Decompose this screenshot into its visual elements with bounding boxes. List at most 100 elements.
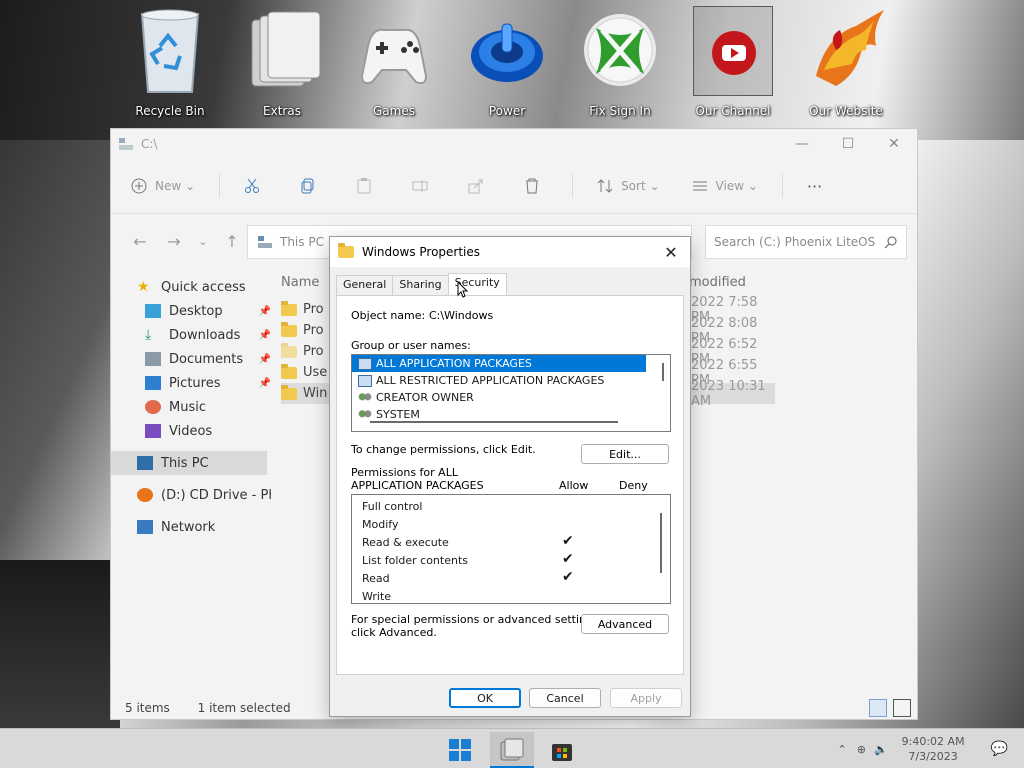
forward-arrow-icon[interactable]: →	[157, 232, 191, 251]
file-name: Use	[303, 365, 328, 380]
folder-icon	[281, 300, 297, 316]
nav-label: Pictures	[169, 375, 221, 391]
close-icon[interactable]: ✕	[656, 239, 686, 265]
nav-item-quick-access[interactable]: ★ Quick access	[111, 275, 271, 299]
list-item[interactable]: CREATOR OWNER	[352, 389, 670, 406]
edit-button[interactable]: Edit...	[581, 444, 669, 464]
language-icon[interactable]: ⊕	[857, 743, 866, 756]
tiles-view-icon[interactable]	[893, 699, 911, 717]
item-count: 5 items	[125, 701, 170, 715]
desktop-icon-label: Our Channel	[695, 104, 771, 118]
user-group-icon	[358, 408, 372, 421]
cancel-button[interactable]: Cancel	[529, 688, 601, 708]
vertical-scrollbar[interactable]	[660, 513, 662, 573]
window-controls: — ☐ ✕	[779, 129, 917, 159]
nav-item-this-pc[interactable]: This PC	[111, 451, 267, 475]
desktop-icon-recycle-bin[interactable]: Recycle Bin	[122, 6, 218, 118]
nav-item-videos[interactable]: Videos	[111, 419, 271, 443]
deny-column-label: Deny	[619, 479, 648, 492]
share-button[interactable]	[460, 170, 500, 202]
view-toggle	[869, 699, 911, 717]
apply-button[interactable]: Apply	[610, 688, 682, 708]
file-name: Win	[303, 386, 328, 401]
sort-label: Sort	[621, 179, 646, 193]
desktop-icon-label: Extras	[263, 104, 301, 118]
pin-icon: 📌	[258, 377, 271, 389]
nav-item-pictures[interactable]: Pictures 📌	[111, 371, 271, 395]
permission-row: Write	[352, 587, 670, 603]
clock[interactable]: 9:40:02 AM 7/3/2023	[902, 734, 965, 764]
permissions-header-line: APPLICATION PACKAGES	[351, 479, 484, 492]
close-button[interactable]: ✕	[871, 129, 917, 159]
copy-button[interactable]	[292, 170, 332, 202]
desktop-icon-games[interactable]: Games	[346, 6, 442, 118]
minimize-button[interactable]: —	[779, 129, 825, 159]
permission-row: Full control	[352, 497, 670, 515]
ok-button[interactable]: OK	[449, 688, 521, 708]
back-arrow-icon[interactable]: ←	[123, 232, 157, 251]
power-icon	[467, 6, 547, 96]
search-input[interactable]: Search (C:) Phoenix LiteOS	[705, 225, 907, 259]
nav-item-cd-drive[interactable]: (D:) CD Drive - Phoe	[111, 483, 271, 507]
desktop-wallpaper-shade	[0, 560, 120, 730]
desktop-icon-our-website[interactable]: Our Website	[798, 6, 894, 118]
details-view-icon[interactable]	[869, 699, 887, 717]
taskbar-file-explorer[interactable]	[490, 732, 534, 768]
special-permissions-line: click Advanced.	[351, 626, 437, 639]
start-button[interactable]	[440, 732, 480, 768]
view-button[interactable]: View ⌄	[684, 170, 766, 202]
youtube-icon	[693, 6, 773, 96]
advanced-button[interactable]: Advanced	[581, 614, 669, 634]
nav-item-desktop[interactable]: Desktop 📌	[111, 299, 271, 323]
new-label: New	[155, 179, 182, 193]
volume-muted-icon[interactable]: 🔈	[874, 743, 888, 756]
recycle-bin-icon	[130, 6, 210, 96]
scissors-icon	[245, 178, 260, 193]
delete-button[interactable]	[516, 170, 556, 202]
nav-item-network[interactable]: Network	[111, 515, 271, 539]
horizontal-scrollbar[interactable]	[370, 421, 618, 423]
tab-sharing[interactable]: Sharing	[392, 275, 449, 295]
list-item[interactable]: ALL APPLICATION PACKAGES	[352, 355, 646, 372]
download-icon: ⤓	[145, 327, 152, 343]
toolbar-separator	[572, 174, 574, 198]
explorer-command-bar: New ⌄ Sort ⌄ View ⌄ ···	[111, 159, 917, 214]
permission-row: Read ✔	[352, 569, 670, 587]
nav-item-music[interactable]: Music	[111, 395, 271, 419]
share-icon	[468, 179, 483, 194]
rename-icon	[412, 180, 428, 192]
tab-general[interactable]: General	[336, 275, 394, 295]
nav-label: Network	[161, 519, 216, 535]
new-button[interactable]: New ⌄	[123, 170, 203, 202]
vertical-scrollbar[interactable]	[662, 363, 664, 381]
paste-button[interactable]	[348, 170, 388, 202]
dialog-title-bar: Windows Properties	[330, 237, 690, 267]
taskbar-microsoft-store[interactable]	[542, 732, 582, 768]
pin-icon: 📌	[258, 329, 271, 341]
search-icon	[884, 236, 897, 249]
desktop-icon-our-channel[interactable]: Our Channel	[685, 6, 781, 118]
maximize-button[interactable]: ☐	[825, 129, 871, 159]
nav-item-downloads[interactable]: ⤓ Downloads 📌	[111, 323, 271, 347]
chevron-up-icon[interactable]: ⌃	[838, 743, 847, 756]
special-permissions-text: For special permissions or advanced sett…	[351, 613, 602, 639]
plus-circle-icon	[131, 178, 147, 194]
more-options-button[interactable]: ···	[799, 170, 830, 202]
user-group-icon	[358, 391, 372, 404]
desktop-icon-power[interactable]: Power	[459, 6, 555, 118]
nav-label: Desktop	[169, 303, 223, 319]
group-user-list[interactable]: ALL APPLICATION PACKAGES ALL RESTRICTED …	[351, 354, 671, 432]
rename-button[interactable]	[404, 170, 444, 202]
desktop-icon-extras[interactable]: Extras	[234, 6, 330, 118]
desktop-icon-fix-sign-in[interactable]: Fix Sign In	[572, 6, 668, 118]
breadcrumb-this-pc[interactable]: This PC	[280, 235, 324, 249]
nav-item-documents[interactable]: Documents 📌	[111, 347, 271, 371]
sort-button[interactable]: Sort ⌄	[589, 170, 667, 202]
search-placeholder: Search (C:) Phoenix LiteOS	[714, 235, 876, 249]
list-item[interactable]: ALL RESTRICTED APPLICATION PACKAGES	[352, 372, 670, 389]
notifications-icon[interactable]: 💬	[991, 741, 1008, 757]
up-arrow-icon[interactable]: ↑	[215, 232, 249, 251]
cut-button[interactable]	[236, 170, 276, 202]
recent-locations-chevron-icon[interactable]: ⌄	[191, 235, 215, 248]
store-icon	[552, 744, 572, 761]
